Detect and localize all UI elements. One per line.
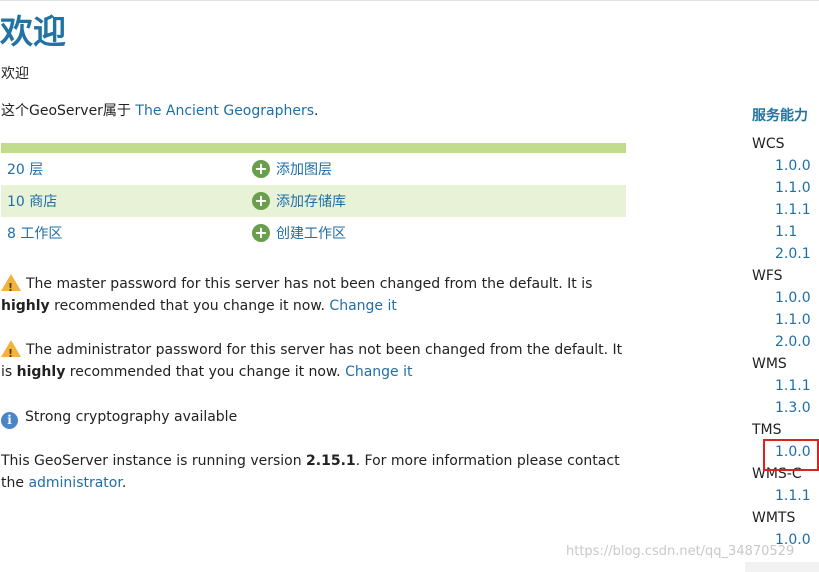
service-wfs: WFS <box>752 268 783 284</box>
wcs-version-link[interactable]: 1.1 <box>775 222 797 242</box>
add-layer-label: 添加图层 <box>276 162 332 178</box>
top-divider <box>0 0 819 1</box>
create-workspace-label: 创建工作区 <box>276 226 346 242</box>
master-password-warning: The master password for this server has … <box>1 273 626 317</box>
add-store-link[interactable]: + 添加存储库 <box>252 191 346 211</box>
crypto-text: Strong cryptography available <box>25 409 238 425</box>
admin-password-warning: The administrator password for this serv… <box>1 339 626 383</box>
page-subtitle: 欢迎 <box>1 66 29 82</box>
add-store-label: 添加存储库 <box>276 194 346 210</box>
summary-row-stores: 10 商店 + 添加存储库 <box>1 185 626 217</box>
plus-circle-icon: + <box>252 192 270 210</box>
warning-icon <box>1 340 21 365</box>
wfs-version-link[interactable]: 1.1.0 <box>775 310 811 330</box>
owner-suffix: . <box>314 103 319 119</box>
version-number: 2.15.1 <box>306 453 356 469</box>
crypto-info: i Strong cryptography available <box>1 406 626 429</box>
scrollbar-strip <box>745 562 819 572</box>
warning-icon <box>1 274 21 299</box>
warning-emphasis: highly <box>16 364 66 380</box>
version-info: This GeoServer instance is running versi… <box>1 450 626 494</box>
warning-text: recommended that you change it now. <box>49 298 330 314</box>
plus-circle-icon: + <box>252 160 270 178</box>
wcs-version-link[interactable]: 2.0.1 <box>775 244 811 264</box>
stores-count-link[interactable]: 10 商店 <box>1 191 252 211</box>
service-tms: TMS <box>752 422 782 438</box>
service-wcs: WCS <box>752 136 785 152</box>
plus-circle-icon: + <box>252 224 270 242</box>
capabilities-heading: 服务能力 <box>752 108 808 124</box>
summary-table: 20 层 + 添加图层 10 商店 + 添加存储库 8 工作区 + 创建工作区 <box>1 143 626 249</box>
version-text: . <box>121 475 127 491</box>
wms-version-link[interactable]: 1.1.1 <box>775 376 811 396</box>
page-title: 欢迎 <box>0 12 66 51</box>
summary-row-workspaces: 8 工作区 + 创建工作区 <box>1 217 626 249</box>
change-admin-password-link[interactable]: Change it <box>345 364 412 380</box>
wcs-version-link[interactable]: 1.0.0 <box>775 156 811 176</box>
wms-c-version-link[interactable]: 1.1.1 <box>775 486 811 506</box>
summary-row-layers: 20 层 + 添加图层 <box>1 153 626 185</box>
wfs-version-link[interactable]: 1.0.0 <box>775 288 811 308</box>
owner-prefix: 这个GeoServer属于 <box>1 103 136 119</box>
wcs-version-link[interactable]: 1.1.1 <box>775 200 811 220</box>
owner-line: 这个GeoServer属于 The Ancient Geographers. <box>1 101 318 121</box>
watermark: https://blog.csdn.net/qq_34870529 <box>566 544 795 559</box>
warning-emphasis: highly <box>1 298 50 314</box>
wcs-version-link[interactable]: 1.1.0 <box>775 178 811 198</box>
warning-text: The master password for this server has … <box>26 276 593 292</box>
wms-version-link[interactable]: 1.3.0 <box>775 398 811 418</box>
service-wmts: WMTS <box>752 510 796 526</box>
create-workspace-link[interactable]: + 创建工作区 <box>252 223 346 243</box>
change-master-password-link[interactable]: Change it <box>329 298 396 314</box>
workspaces-count-link[interactable]: 8 工作区 <box>1 223 252 243</box>
wfs-version-link[interactable]: 2.0.0 <box>775 332 811 352</box>
info-icon: i <box>1 411 18 429</box>
layers-count-link[interactable]: 20 层 <box>1 159 252 179</box>
add-layer-link[interactable]: + 添加图层 <box>252 159 332 179</box>
tms-highlight-box <box>763 439 819 471</box>
administrator-link[interactable]: administrator <box>28 475 121 491</box>
warning-text: recommended that you change it now. <box>65 364 346 380</box>
owner-link[interactable]: The Ancient Geographers <box>135 103 314 119</box>
service-wms: WMS <box>752 356 787 372</box>
version-text: This GeoServer instance is running versi… <box>1 453 307 469</box>
